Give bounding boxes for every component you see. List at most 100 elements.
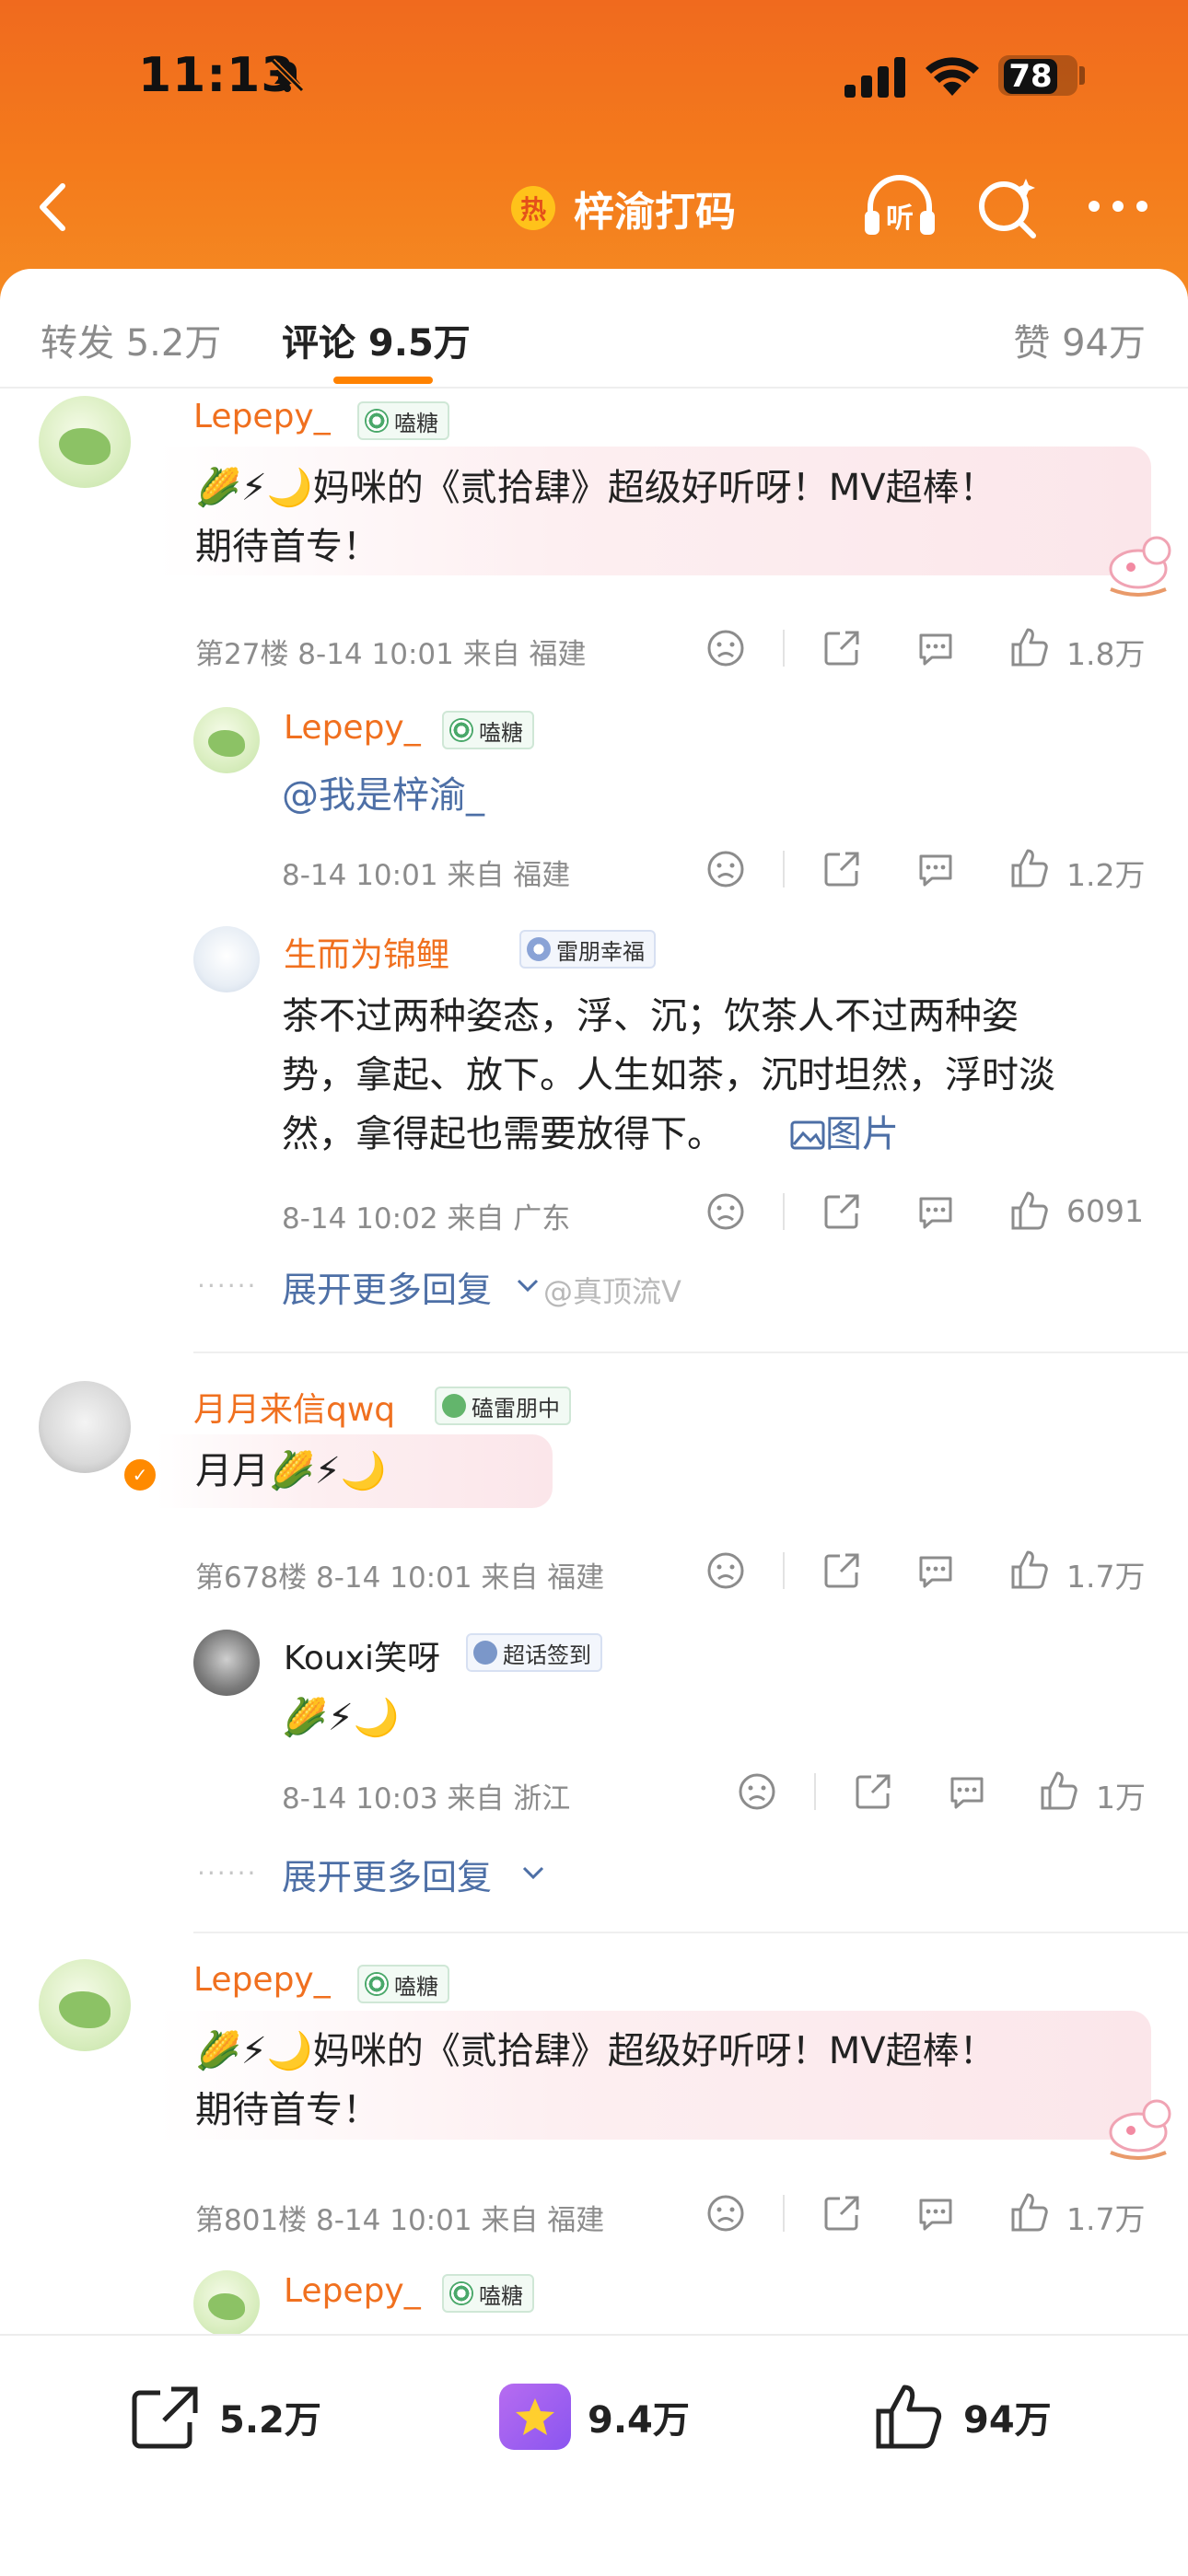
username[interactable]: 生而为锦鲤 [284,928,449,976]
more-options-icon[interactable] [1085,195,1151,217]
dislike-face-icon[interactable] [705,1191,746,1232]
verified-badge-icon: ✓ [122,1456,158,1493]
tab-likes[interactable]: 赞 94万 [1013,313,1146,366]
image-icon [790,1120,825,1150]
divider [783,2195,785,2232]
chevron-down-icon [517,1279,539,1293]
image-link-label: 图片 [825,1113,899,1155]
mention-link[interactable]: @我是梓渝_ [282,766,484,825]
watermark: @真顶流V [543,1274,681,1309]
image-link[interactable]: 图片 [790,1105,899,1164]
favorite-button[interactable]: 9.4万 [499,2380,690,2454]
username[interactable]: Lepepy_ [284,2272,421,2310]
reply-comment-icon[interactable] [915,1191,956,1232]
username[interactable]: Kouxi笑呀 [284,1631,440,1679]
user-badge[interactable]: 磕雷朋中 [435,1387,571,1425]
thumbs-up-icon[interactable] [1009,626,1050,668]
thumbs-up-icon[interactable] [1009,847,1050,889]
back-arrow-icon[interactable] [28,175,83,239]
divider [783,630,785,667]
thumbs-up-icon [876,2385,942,2449]
reply-comment-icon[interactable] [915,2193,956,2234]
avatar[interactable] [193,2270,260,2337]
avatar[interactable] [39,1959,131,2051]
username[interactable]: 月月来信qwq [193,1383,395,1431]
repost-count: 5.2万 [219,2399,321,2442]
user-badge[interactable]: 嗑糖 [442,711,534,749]
expand-dots: ······ [197,1271,258,1301]
expand-more-replies[interactable]: 展开更多回复 [282,1849,492,1899]
like-button[interactable]: 94万 [873,2380,1052,2454]
tab-repost[interactable]: 转发 5.2万 [41,313,221,366]
share-icon[interactable] [853,1771,893,1812]
avatar[interactable] [39,1381,131,1473]
user-badge[interactable]: 嗑糖 [357,1965,449,2003]
header-title-group[interactable]: 热 梓渝打码 [511,180,736,236]
like-total: 94万 [963,2399,1052,2442]
pony-decoration-icon [1109,2099,1171,2160]
expand-more-replies[interactable]: 展开更多回复 [282,1261,492,1312]
reply-comment-icon[interactable] [915,628,956,668]
username[interactable]: Lepepy_ [193,1961,331,1999]
thumbs-up-icon[interactable] [1009,2191,1050,2234]
checkin-badge-icon [473,1641,497,1665]
pony-decoration-icon [1109,536,1171,597]
badge-label: 雷朋幸福 [556,938,645,965]
comment-text-line: 🌽⚡🌙妈咪的《贰拾肆》超级好听呀！MV超棒！ [195,2030,996,2072]
username[interactable]: Lepepy_ [284,709,421,747]
tab-comments[interactable]: 评论 9.5万 [282,313,471,366]
dislike-face-icon[interactable] [737,1771,777,1812]
user-badge[interactable]: 超话签到 [466,1633,602,1672]
reply-comment-icon[interactable] [915,1550,956,1591]
listen-headphones-icon[interactable]: 听 [861,170,938,244]
share-icon[interactable] [821,2193,862,2234]
like-count: 1.2万 [1066,857,1146,893]
comment-text-line: 期待首专！ [195,526,379,568]
like-count: 1万 [1096,1780,1146,1816]
dislike-face-icon[interactable] [705,628,746,668]
avatar[interactable] [39,396,131,488]
user-badge[interactable]: 嗑糖 [442,2274,534,2313]
dislike-face-icon[interactable] [705,849,746,889]
repost-button[interactable]: 5.2万 [129,2380,321,2454]
candy-badge-icon [365,409,389,433]
candy-badge-icon [449,2281,473,2305]
avatar[interactable] [193,707,260,773]
share-icon[interactable] [821,1550,862,1591]
favorite-count: 9.4万 [588,2399,690,2442]
share-icon[interactable] [821,1191,862,1232]
dislike-face-icon[interactable] [705,2193,746,2234]
share-icon[interactable] [821,849,862,889]
comment-separator [193,1932,1188,1933]
divider [783,851,785,888]
silent-bell-icon [270,58,305,93]
dislike-face-icon[interactable] [705,1550,746,1591]
user-badge[interactable]: 雷朋幸福 [519,930,656,969]
user-badge[interactable]: 嗑糖 [357,401,449,440]
thumbs-up-icon[interactable] [1039,1770,1079,1812]
like-count: 1.8万 [1066,636,1146,672]
wifi-icon [926,57,979,96]
search-icon[interactable] [974,175,1041,241]
badge-label: 超话签到 [503,1642,591,1668]
like-count: 6091 [1066,1193,1144,1229]
badge-label: 磕雷朋中 [472,1395,560,1421]
username[interactable]: Lepepy_ [193,398,331,435]
badge-label: 嗑糖 [479,2282,523,2309]
avatar[interactable] [193,1630,260,1696]
badge-label: 嗑糖 [394,410,438,436]
bottom-action-bar [0,2334,1188,2576]
sun-badge-icon [527,937,551,961]
star-icon [499,2384,571,2450]
reply-comment-icon[interactable] [947,1771,987,1812]
comment-text-line: 茶不过两种姿态，浮、沉；饮茶人不过两种姿 [282,995,1019,1038]
reply-comment-icon[interactable] [915,849,956,889]
comment-text-line: 期待首专！ [195,2089,379,2131]
thumbs-up-icon[interactable] [1009,1189,1050,1232]
active-tab-indicator [333,377,433,384]
battery-level: 78 [1004,59,1057,94]
share-icon[interactable] [821,628,862,668]
thumbs-up-icon[interactable] [1009,1549,1050,1591]
avatar[interactable] [193,926,260,992]
badge-label: 嗑糖 [479,719,523,746]
